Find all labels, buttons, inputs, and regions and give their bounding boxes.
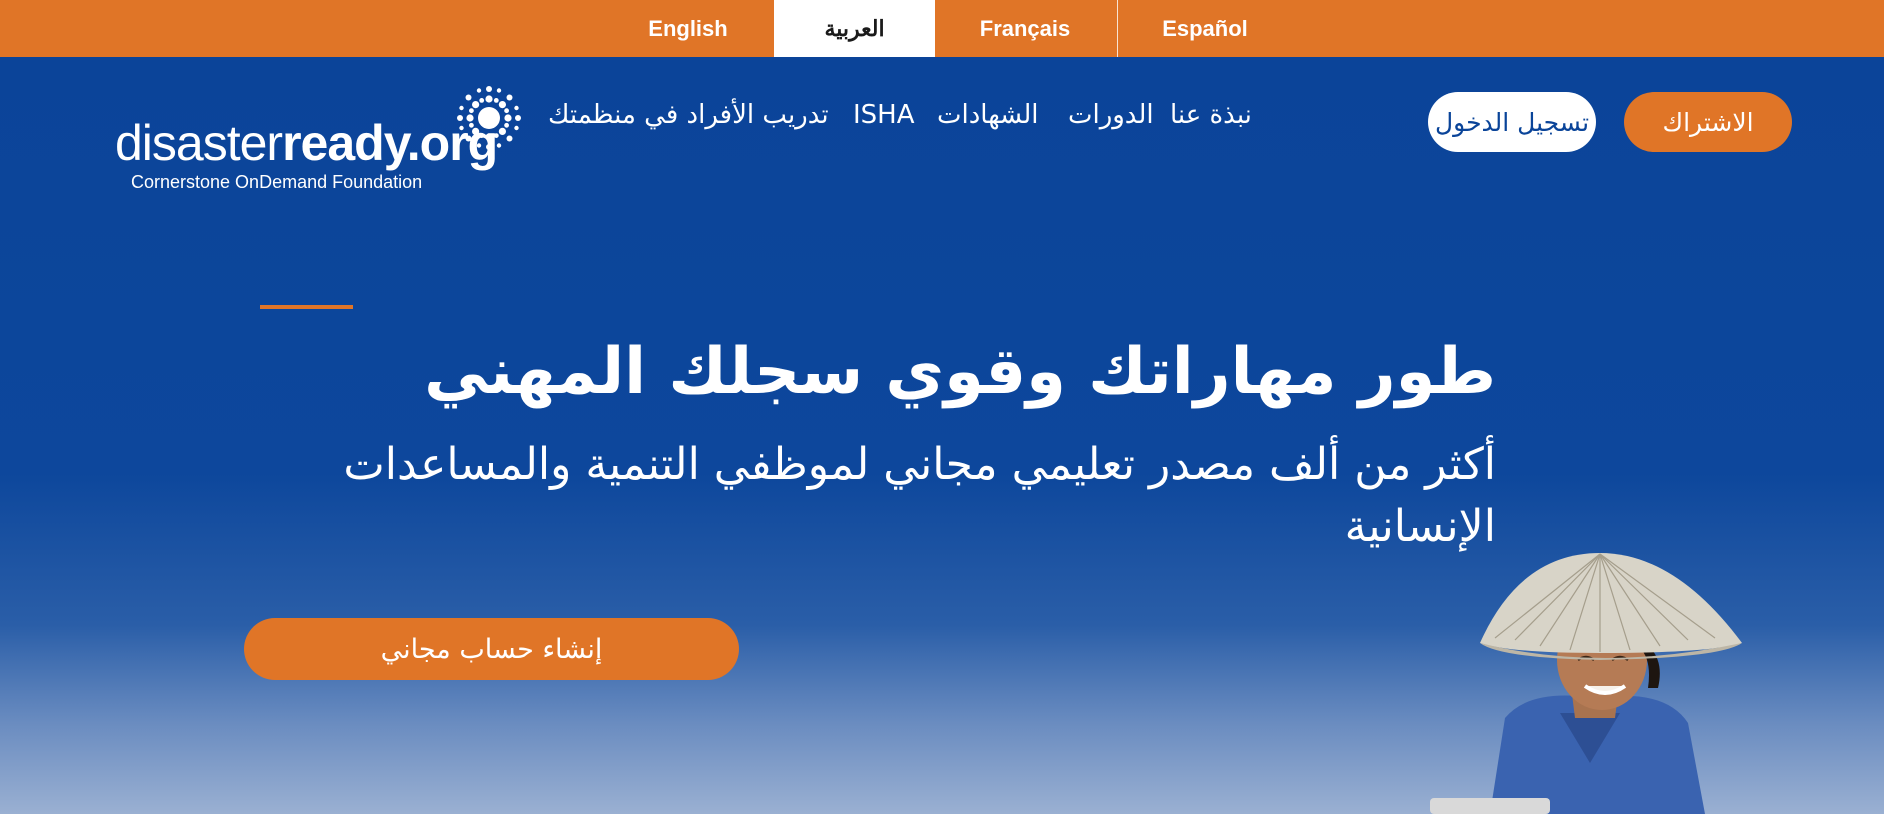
language-bar: English العربية Français Español bbox=[0, 0, 1884, 57]
logo-wordmark: disasterready.org bbox=[115, 114, 498, 172]
nav-org-training[interactable]: تدريب الأفراد في منظمتك bbox=[548, 100, 829, 130]
hero-title: طور مهاراتك وقوي سجلك المهني bbox=[424, 335, 1496, 409]
nav-about[interactable]: نبذة عنا bbox=[1170, 100, 1252, 130]
hero-subtitle: أكثر من ألف مصدر تعليمي مجاني لموظفي الت… bbox=[343, 439, 1496, 552]
site-logo[interactable]: disasterready.org Cornerstone OnDemand F… bbox=[115, 84, 525, 194]
accent-divider bbox=[260, 305, 353, 309]
logo-wordmark-light: disaster bbox=[115, 115, 283, 171]
lang-spanish[interactable]: Español bbox=[1150, 0, 1260, 57]
lang-english[interactable]: English bbox=[638, 0, 738, 57]
sun-logo-icon bbox=[457, 86, 521, 150]
nav-courses[interactable]: الدورات bbox=[1068, 100, 1154, 130]
subscribe-button[interactable]: الاشتراك bbox=[1624, 92, 1792, 152]
lang-arabic[interactable]: العربية bbox=[774, 0, 935, 57]
logo-subtitle: Cornerstone OnDemand Foundation bbox=[131, 172, 423, 192]
nav-certificates[interactable]: الشهادات bbox=[937, 100, 1039, 130]
nav-isha[interactable]: ISHA bbox=[853, 100, 915, 130]
lang-divider bbox=[1117, 0, 1118, 57]
login-button[interactable]: تسجيل الدخول bbox=[1428, 92, 1596, 152]
create-free-account-button[interactable]: إنشاء حساب مجاني bbox=[244, 618, 739, 680]
lang-french[interactable]: Français bbox=[960, 0, 1090, 57]
hero-photo-woman bbox=[1430, 553, 1742, 814]
